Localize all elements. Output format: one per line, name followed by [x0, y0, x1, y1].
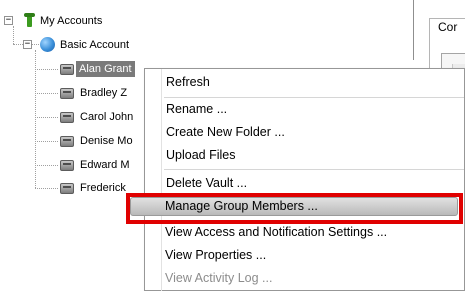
vault-icon: [60, 134, 74, 147]
menu-item-view-properties[interactable]: View Properties ...: [165, 247, 266, 263]
globe-icon: [40, 37, 55, 52]
menu-item-view-access-settings[interactable]: View Access and Notification Settings ..…: [165, 224, 387, 240]
tree-connector: [35, 50, 36, 188]
panel-splitter[interactable]: [413, 0, 414, 60]
menu-item-upload-files[interactable]: Upload Files: [166, 147, 235, 163]
groupbox-label: Cor: [436, 20, 460, 34]
tree-connector: [35, 188, 58, 189]
vault-icon: [60, 158, 74, 171]
tree-node-vault[interactable]: Bradley Z: [80, 86, 127, 100]
menu-separator: [164, 97, 464, 98]
tree-node-vault[interactable]: Edward M: [80, 158, 130, 172]
accounts-icon: [24, 13, 35, 28]
vault-icon: [60, 62, 74, 75]
tree-connector: [13, 26, 14, 44]
menu-item-view-activity-log: View Activity Log ...: [165, 271, 273, 285]
tree-node-vault[interactable]: Carol John: [80, 110, 133, 124]
tree-connector: [35, 117, 58, 118]
tree-node-vault[interactable]: Frederick: [80, 181, 126, 195]
tree-node-my-accounts[interactable]: My Accounts: [40, 14, 102, 28]
tree-connector: [35, 69, 58, 70]
vault-icon: [60, 86, 74, 99]
tree-connector: [35, 93, 58, 94]
tree-node-basic-account[interactable]: Basic Account: [60, 38, 129, 52]
menu-separator: [164, 169, 464, 170]
tree-node-vault[interactable]: Denise Mo: [80, 134, 133, 148]
highlight-callout: [126, 193, 463, 224]
collapse-toggle-my-accounts[interactable]: −: [4, 16, 13, 25]
menu-item-create-folder[interactable]: Create New Folder ...: [166, 124, 285, 140]
menu-item-rename[interactable]: Rename ...: [166, 101, 227, 117]
tree-connector: [35, 141, 58, 142]
tree-connector: [35, 165, 58, 166]
menu-item-delete-vault[interactable]: Delete Vault ...: [166, 175, 247, 191]
menu-gutter: [161, 69, 162, 291]
tree-node-vault[interactable]: Alan Grant: [76, 61, 135, 77]
vault-icon: [60, 110, 74, 123]
menu-item-refresh[interactable]: Refresh: [166, 74, 210, 90]
collapse-toggle-basic-account[interactable]: −: [23, 40, 32, 49]
vault-icon: [60, 181, 74, 194]
